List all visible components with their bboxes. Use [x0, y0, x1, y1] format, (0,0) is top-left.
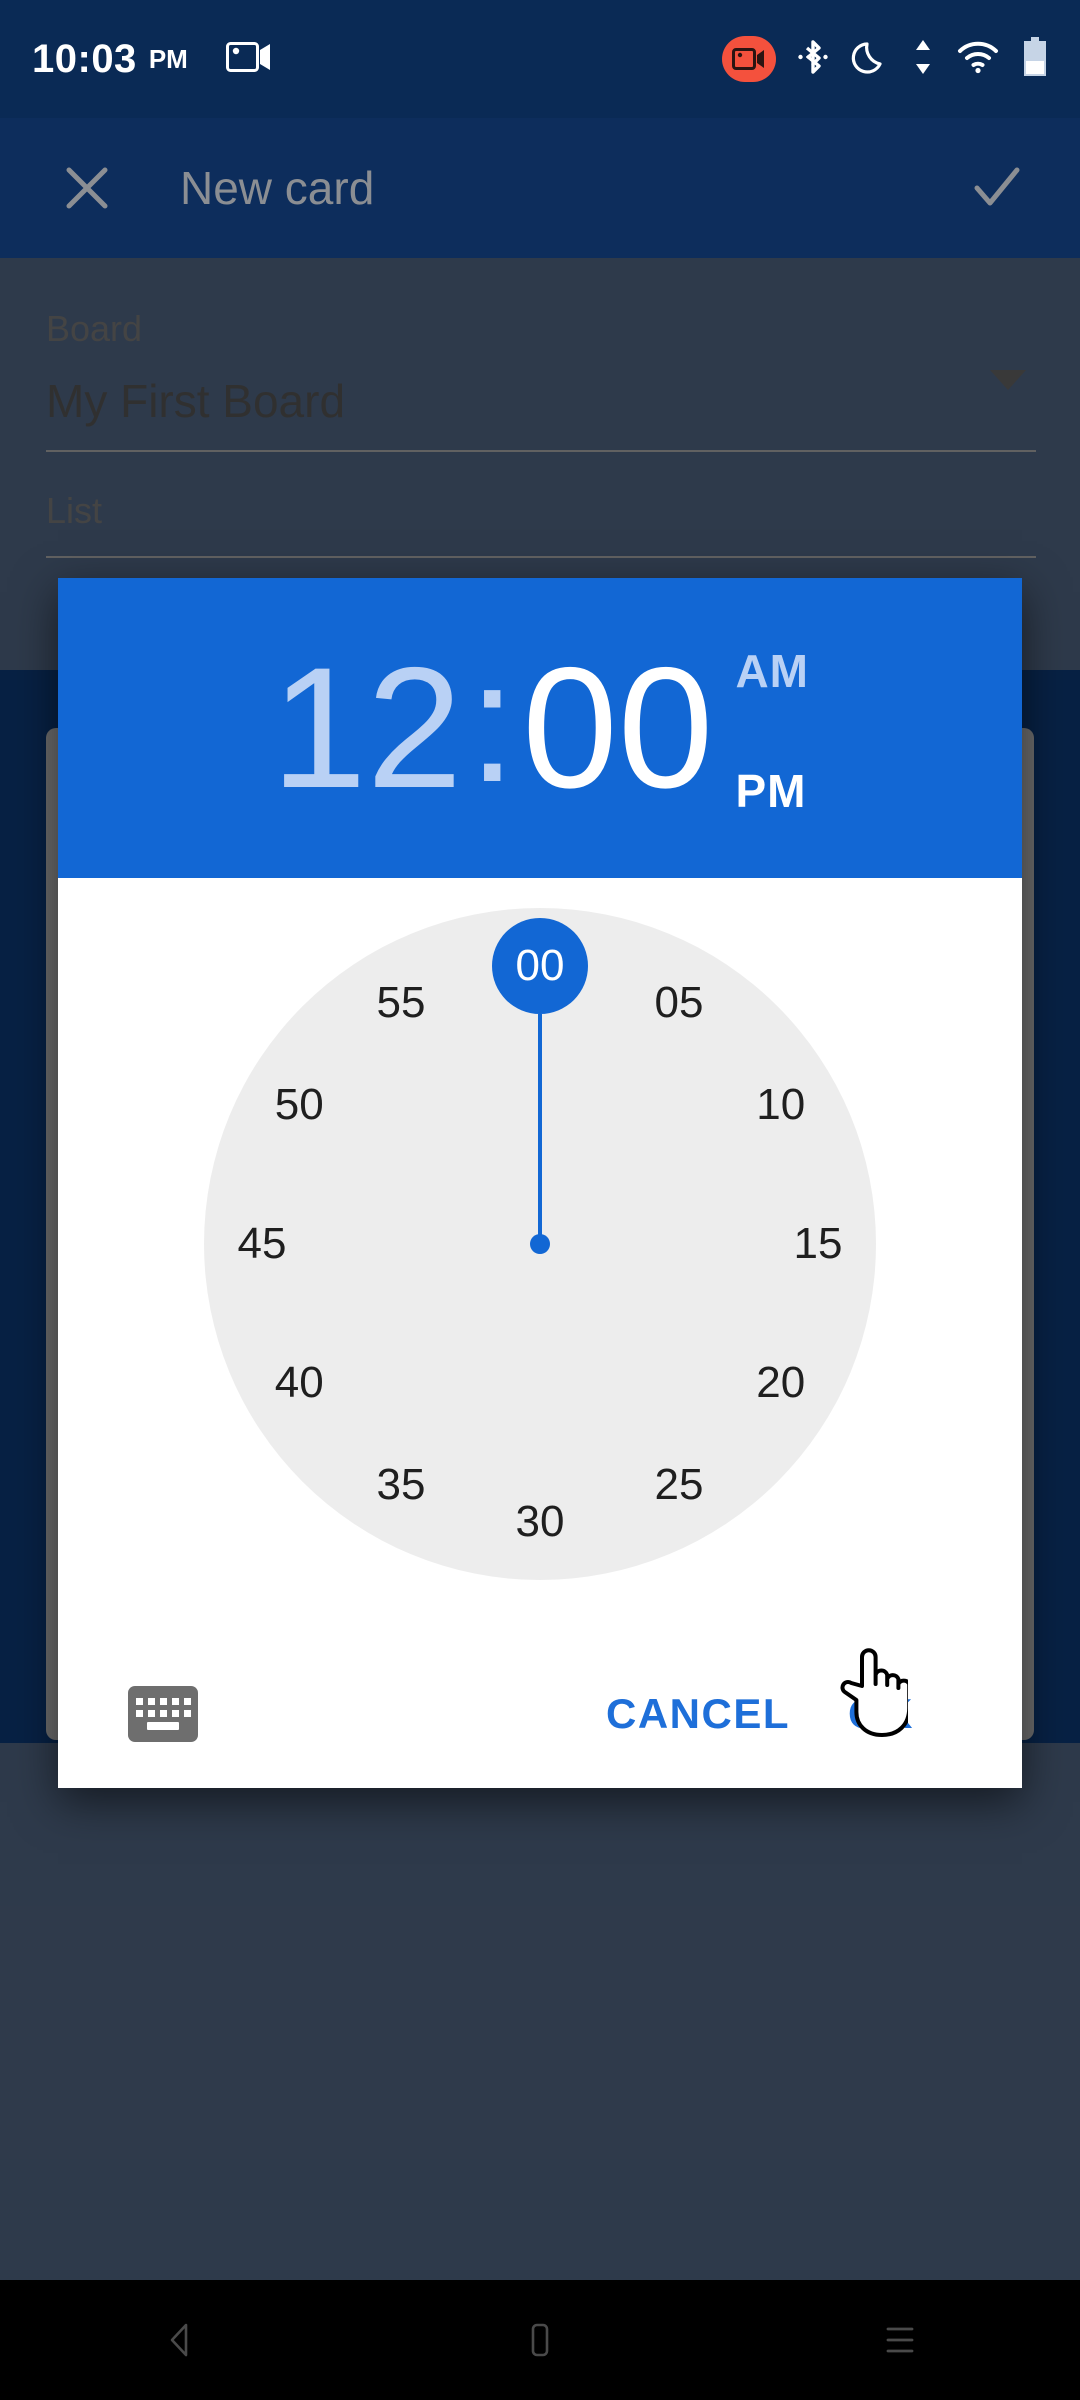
status-bar: 10:03 PM [0, 0, 1080, 118]
clock-tick-30[interactable]: 30 [492, 1491, 588, 1553]
app-bar: New card [0, 118, 1080, 258]
mouse-cursor [838, 1646, 912, 1738]
time-separator: : [468, 626, 517, 818]
recents-icon[interactable] [840, 2280, 960, 2400]
confirm-check-icon[interactable] [962, 153, 1032, 223]
clock-tick-25[interactable]: 25 [631, 1454, 727, 1516]
clock-tick-45[interactable]: 45 [214, 1213, 310, 1275]
clock-tick-20[interactable]: 20 [733, 1352, 829, 1414]
clock-tick-05[interactable]: 05 [631, 972, 727, 1034]
am-option[interactable]: AM [735, 644, 809, 698]
clock-center-dot [530, 1234, 550, 1254]
keyboard-spacebar [147, 1722, 179, 1730]
navigation-bar [0, 2280, 1080, 2400]
minute-display[interactable]: 00 [522, 642, 713, 814]
pm-option[interactable]: PM [735, 764, 809, 818]
keyboard-icon[interactable] [128, 1686, 198, 1742]
hour-display[interactable]: 12 [271, 642, 462, 814]
period-selector: AM PM [735, 638, 809, 818]
close-icon[interactable] [52, 153, 122, 223]
time-picker-body: 00 05 10 15 20 25 30 35 40 45 50 55 [58, 878, 1022, 1640]
clock-tick-00[interactable]: 00 [492, 935, 588, 997]
wifi-icon [956, 39, 1000, 80]
clock-tick-10[interactable]: 10 [733, 1074, 829, 1136]
clock-tick-15[interactable]: 15 [770, 1213, 866, 1275]
time-display: 12 : 00 AM PM [271, 626, 809, 818]
screen-record-icon [722, 36, 776, 82]
time-picker-header: 12 : 00 AM PM [58, 578, 1022, 878]
clock-hand [538, 1014, 542, 1244]
keyboard-key-row [135, 1698, 191, 1705]
screen-record-indicator-icon [225, 40, 272, 79]
cancel-button[interactable]: CANCEL [606, 1690, 790, 1738]
status-bar-right [722, 36, 1048, 83]
do-not-disturb-moon-icon [850, 37, 890, 82]
bluetooth-icon [798, 37, 828, 82]
battery-icon [1022, 36, 1048, 83]
clock-tick-55[interactable]: 55 [353, 972, 449, 1034]
back-icon[interactable] [120, 2280, 240, 2400]
dialog-scrim-bottom [0, 1743, 1080, 2280]
status-clock-period: PM [148, 43, 188, 74]
status-clock: 10:03 [32, 36, 137, 81]
home-icon[interactable] [480, 2280, 600, 2400]
clock-tick-40[interactable]: 40 [251, 1352, 347, 1414]
data-transfer-icon [912, 37, 934, 82]
clock-tick-35[interactable]: 35 [353, 1454, 449, 1516]
time-picker-dialog: 12 : 00 AM PM 00 05 10 15 20 25 30 35 40 45 50 55 [58, 578, 1022, 1788]
phone-screen: 10:03 PM New card 12: 00 AM PM 00 05 10… [0, 0, 1080, 2400]
clock-face[interactable]: 00 05 10 15 20 25 30 35 40 45 50 55 [204, 908, 876, 1580]
clock-tick-50[interactable]: 50 [251, 1074, 347, 1136]
page-title: New card [180, 162, 375, 214]
keyboard-key-row [135, 1710, 191, 1717]
status-bar-left: 10:03 PM [32, 37, 272, 82]
